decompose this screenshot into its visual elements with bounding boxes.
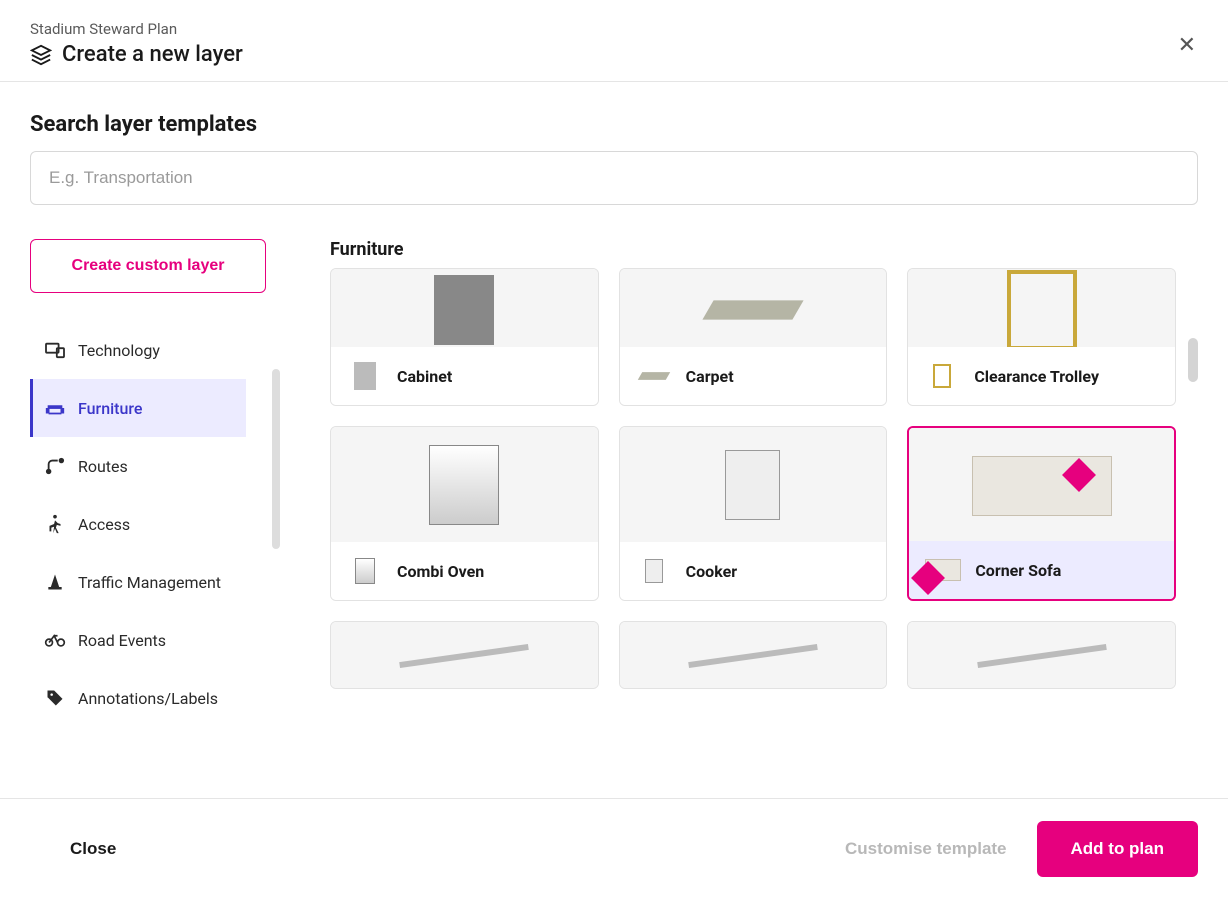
sidebar-item-label: Annotations/Labels [78, 689, 218, 708]
template-preview [908, 269, 1175, 351]
template-thumb [636, 553, 672, 589]
template-thumb [636, 358, 672, 394]
sidebar-item-traffic-management[interactable]: Traffic Management [30, 553, 246, 611]
sidebar-item-label: Furniture [78, 399, 142, 418]
modal-header: Stadium Steward Plan Create a new layer … [0, 0, 1228, 82]
template-thumb [924, 358, 960, 394]
close-button[interactable]: Close [30, 829, 156, 869]
template-preview [908, 622, 1175, 689]
template-card-clearance-trolley[interactable]: Clearance Trolley [907, 268, 1176, 406]
template-card-corner-sofa[interactable]: Corner Sofa [907, 426, 1176, 601]
template-label: Cabinet [397, 367, 452, 386]
sidebar-item-label: Access [78, 515, 130, 534]
customise-template-button[interactable]: Customise template [845, 839, 1007, 859]
sidebar-item-access[interactable]: Access [30, 495, 246, 553]
sidebar-item-technology[interactable]: Technology [30, 321, 246, 379]
cone-icon [44, 571, 66, 593]
sidebar-item-annotations[interactable]: Annotations/Labels [30, 669, 246, 727]
template-card-partial[interactable] [330, 621, 599, 689]
breadcrumb: Stadium Steward Plan [30, 20, 1198, 38]
template-card-combi-oven[interactable]: Combi Oven [330, 426, 599, 601]
template-thumb [347, 553, 383, 589]
template-preview [331, 269, 598, 351]
route-icon [44, 455, 66, 477]
create-custom-layer-button[interactable]: Create custom layer [30, 239, 266, 293]
layers-icon [30, 44, 52, 66]
section-title: Furniture [330, 239, 1198, 260]
search-label: Search layer templates [30, 112, 1198, 137]
search-input[interactable] [30, 151, 1198, 205]
template-label: Combi Oven [397, 562, 484, 581]
devices-icon [44, 339, 66, 361]
sidebar-scrollbar[interactable] [272, 369, 280, 549]
category-list: Technology Furniture Routes [30, 321, 290, 727]
sidebar-item-furniture[interactable]: Furniture [30, 379, 246, 437]
sidebar-item-label: Road Events [78, 631, 166, 650]
bike-icon [44, 629, 66, 651]
template-card-partial[interactable] [619, 621, 888, 689]
template-card-cabinet[interactable]: Cabinet [330, 268, 599, 406]
sidebar-item-label: Technology [78, 341, 160, 360]
template-card-cooker[interactable]: Cooker [619, 426, 888, 601]
template-card-partial[interactable] [907, 621, 1176, 689]
template-thumb [925, 552, 961, 588]
sidebar-item-routes[interactable]: Routes [30, 437, 246, 495]
sidebar: Create custom layer Technology Furniture [30, 239, 290, 786]
tag-icon [44, 687, 66, 709]
template-preview [620, 427, 887, 542]
grid-scrollbar[interactable] [1188, 338, 1198, 382]
template-grid-area: Furniture Cabinet Carpet [290, 239, 1198, 786]
modal-footer: Close Customise template Add to plan [0, 798, 1228, 898]
template-preview [620, 269, 887, 351]
template-thumb [347, 358, 383, 394]
template-preview [909, 428, 1174, 543]
template-label: Cooker [686, 562, 737, 581]
page-title: Create a new layer [62, 42, 243, 67]
template-label: Corner Sofa [975, 561, 1061, 580]
template-label: Clearance Trolley [974, 367, 1099, 386]
template-preview [331, 427, 598, 542]
template-preview [620, 622, 887, 689]
walk-icon [44, 513, 66, 535]
template-label: Carpet [686, 367, 734, 386]
template-preview [331, 622, 598, 689]
couch-icon [44, 397, 66, 419]
sidebar-item-label: Routes [78, 457, 128, 476]
template-card-carpet[interactable]: Carpet [619, 268, 888, 406]
close-icon[interactable]: ✕ [1178, 32, 1196, 58]
add-to-plan-button[interactable]: Add to plan [1037, 821, 1198, 877]
sidebar-item-road-events[interactable]: Road Events [30, 611, 246, 669]
sidebar-item-label: Traffic Management [78, 573, 221, 592]
